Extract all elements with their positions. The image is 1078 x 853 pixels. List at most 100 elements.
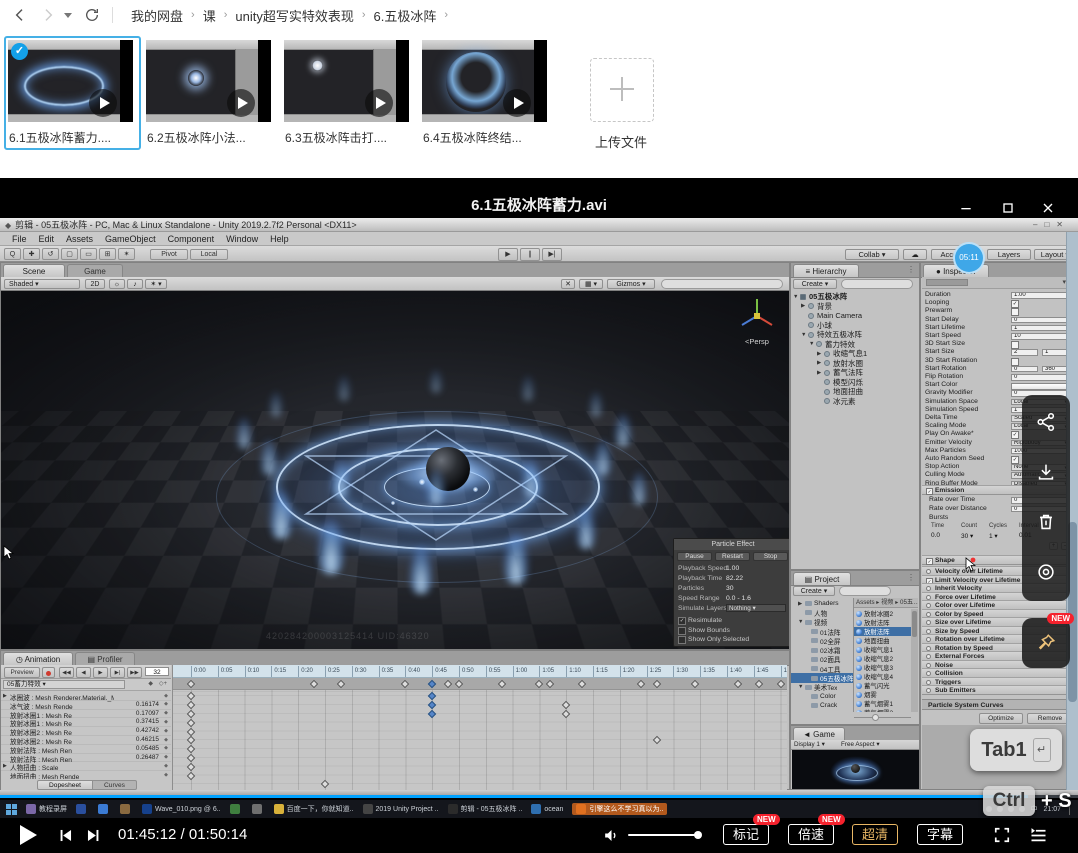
add-event-icon: ◇+: [159, 680, 167, 687]
prefab-icon: [856, 692, 862, 698]
property-field-2: 360: [1042, 366, 1069, 373]
asset-name: 蓄气闪光: [864, 681, 890, 690]
upload-file-button[interactable]: [590, 58, 654, 122]
previous-video-icon[interactable]: [56, 826, 75, 850]
video-library-strip: ✓6.1五极冰阵蓄力....6.2五极冰阵小法...6.3五极冰阵击打....6…: [0, 30, 1078, 178]
enter-key-icon: ↵: [1033, 738, 1051, 762]
mark-button[interactable]: 标记: [723, 824, 769, 845]
quality-button[interactable]: 超清: [852, 824, 898, 845]
burst-value: 0.0: [931, 532, 940, 539]
prefab-icon: [856, 638, 862, 644]
fullscreen-icon[interactable]: [992, 825, 1012, 850]
project-folder: 02冰霜: [791, 646, 853, 655]
property-label: Scaling Mode: [925, 422, 966, 430]
ruler-label: 1:20: [620, 666, 635, 677]
module-radio-icon: [926, 663, 931, 668]
speed-button[interactable]: 倍速: [788, 824, 834, 845]
maximize-icon[interactable]: [1000, 200, 1020, 216]
volume-icon[interactable]: [602, 826, 621, 850]
next-video-icon[interactable]: [84, 826, 103, 850]
clip-dropdown: 05蓄力特效 ▾: [3, 680, 125, 689]
flame-effect: [576, 507, 596, 549]
project-folder: 02面具: [791, 655, 853, 664]
record-icon[interactable]: [1035, 561, 1057, 583]
project-folder-tree: ▶Shaders人物▼视频01法阵02全屏02冰霜02面具04工具05五极冰阵▼…: [791, 599, 853, 712]
game-view-toolbar: Display 1 ▾ Free Aspect ▾: [791, 740, 919, 750]
keyframe-indicator-icon: ◆: [164, 701, 168, 707]
prefab-icon: [856, 620, 862, 626]
gameobject-icon: [808, 303, 814, 309]
module-radio-icon: [926, 612, 931, 617]
menu-file: File: [12, 234, 27, 244]
module-radio-icon: [926, 603, 931, 608]
component-header: ▾ +: [922, 277, 1078, 289]
dopesheet: 0:000:050:100:150:200:250:300:350:400:45…: [173, 665, 787, 791]
pe-row-label: Playback Time: [678, 575, 722, 582]
rotate-tool-icon: ↺: [42, 248, 59, 260]
history-dropdown-icon[interactable]: [64, 13, 72, 18]
ruler-label: 0:25: [325, 666, 340, 677]
folder-icon: [811, 648, 818, 653]
fold-arrow-icon: ▶: [817, 370, 824, 376]
burst-column-header: Count: [961, 523, 977, 529]
share-icon[interactable]: [1035, 411, 1057, 433]
pivot-toggle: Pivot: [150, 249, 188, 260]
forward-icon[interactable]: [40, 7, 56, 23]
delete-icon[interactable]: [1035, 511, 1057, 533]
subtitle-button[interactable]: 字幕: [917, 824, 963, 845]
back-icon[interactable]: [12, 7, 28, 23]
volume-slider-handle[interactable]: [694, 831, 702, 839]
video-card[interactable]: ✓6.1五极冰阵蓄力....: [4, 36, 141, 150]
breadcrumb-item[interactable]: 6.五极冰阵: [374, 6, 437, 25]
asset-name: 放射法阵: [864, 627, 890, 636]
fold-arrow-icon: ▶: [817, 360, 824, 366]
collab-button: Collab ▾: [845, 249, 899, 260]
video-card[interactable]: 6.3五极冰阵击打....: [280, 36, 417, 150]
unity-window-buttons: –□✕: [1033, 218, 1070, 232]
keyframe-indicator-icon: ◆: [164, 772, 168, 778]
breadcrumb-item[interactable]: 我的网盘: [131, 6, 183, 25]
video-player[interactable]: 6.1五极冰阵蓄力.avi ◆剪辑 - 05五极冰阵 - PC, Mac & L…: [0, 178, 1078, 853]
keyframe-indicator-icon: ◆: [164, 719, 168, 725]
refresh-icon[interactable]: [84, 7, 100, 23]
volume-slider[interactable]: [628, 834, 698, 836]
video-card[interactable]: 6.4五极冰阵终结...: [418, 36, 555, 150]
record-toggle-icon: [42, 667, 55, 678]
folder-name: 美术Tex: [814, 682, 837, 692]
seek-bar[interactable]: [0, 795, 1078, 798]
taskbar-item: [76, 804, 89, 814]
breadcrumb-item[interactable]: 课: [203, 6, 216, 25]
close-icon[interactable]: [1040, 200, 1060, 216]
bursts-label: Bursts: [929, 514, 948, 522]
property-path: 地面扭曲 : Mesh Rende: [10, 771, 114, 779]
new-badge: NEW: [818, 814, 845, 825]
property-label: Prewarm: [925, 307, 952, 315]
video-title: 6.1五极冰阵蓄力.avi: [0, 194, 1078, 215]
playlist-icon[interactable]: [1028, 825, 1049, 851]
asset-name: 收缩气息2: [864, 654, 893, 663]
pin-to-desktop-button[interactable]: NEW: [1022, 618, 1070, 668]
menu-help: Help: [270, 234, 289, 244]
folder-name: Crack: [820, 702, 837, 709]
project-asset: 收缩气息1: [854, 645, 911, 654]
plus-icon: [621, 77, 623, 101]
pe-row-label: Simulate Layers: [678, 605, 727, 612]
menu-edit: Edit: [39, 234, 55, 244]
breadcrumb-item[interactable]: unity超写实特效表现: [235, 6, 353, 25]
divider: [112, 7, 113, 23]
property-label: Start Speed: [925, 332, 961, 340]
scale-tool-icon: ▢: [61, 248, 78, 260]
sparkle: [419, 479, 425, 485]
download-icon[interactable]: [1035, 461, 1057, 483]
module-radio-icon: [926, 586, 931, 591]
play-button[interactable]: [20, 825, 37, 845]
floating-action-toolbar: [1022, 395, 1070, 601]
minimize-icon[interactable]: [958, 200, 978, 216]
flame-effect: [589, 391, 603, 417]
app-label: 2019 Unity Project ..: [376, 806, 439, 813]
netdisk-video-player-app: 我的网盘 › 课 › unity超写实特效表现 › 6.五极冰阵 › ✓6.1五…: [0, 0, 1078, 853]
video-card[interactable]: 6.2五极冰阵小法...: [142, 36, 279, 150]
property-label: Start Rotation: [925, 365, 967, 373]
project-folder: 01法阵: [791, 627, 853, 636]
gameobject-icon: [824, 360, 830, 366]
